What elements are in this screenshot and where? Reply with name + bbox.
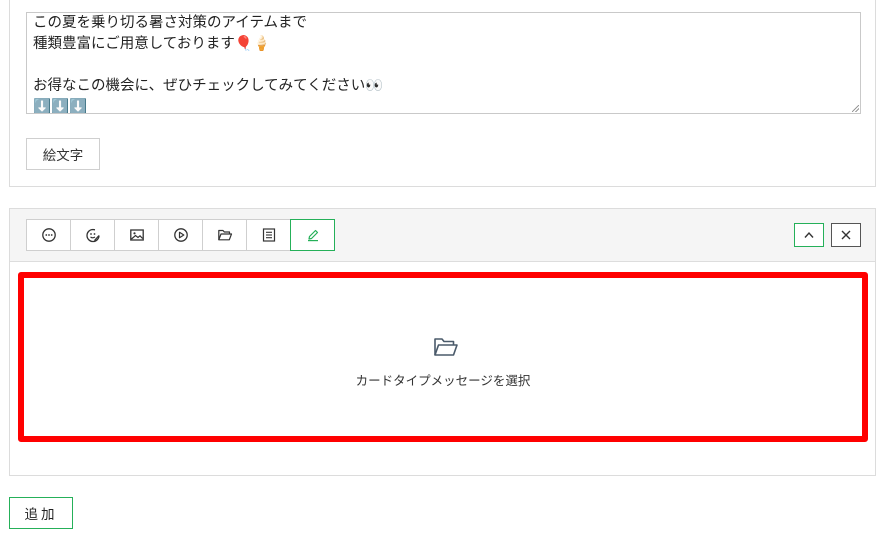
move-up-button[interactable] [794, 223, 824, 247]
folder-tab[interactable] [202, 219, 247, 251]
video-tab[interactable] [158, 219, 203, 251]
folder-open-icon [434, 338, 458, 356]
add-button[interactable]: 追加 [9, 497, 73, 529]
rich-message-tab[interactable] [246, 219, 291, 251]
video-play-icon [173, 228, 188, 242]
sticker-tab[interactable] [70, 219, 115, 251]
message-type-tabs [26, 219, 335, 251]
message-line: ⬇️⬇️⬇️ [33, 99, 88, 114]
card-message-panel: カードタイプメッセージを選択 [9, 208, 876, 476]
chat-bubble-icon [41, 228, 56, 242]
card-message-tab[interactable] [290, 219, 335, 251]
message-line: この夏を乗り切る暑さ対策のアイテムまで [33, 15, 308, 31]
list-document-icon [262, 228, 275, 242]
image-tab[interactable] [114, 219, 159, 251]
message-line: お得なこの機会に、ぜひチェックしてみてください👀 [33, 78, 384, 94]
emoji-button[interactable]: 絵文字 [26, 138, 100, 170]
pencil-icon [307, 229, 318, 242]
message-textarea[interactable]: この夏を乗り切る暑さ対策のアイテムまで 種類豊富にご用意しております🎈🍦 お得な… [26, 12, 861, 114]
resize-handle[interactable] [852, 105, 859, 112]
card-type-select-area[interactable]: カードタイプメッセージを選択 [18, 272, 868, 442]
sticker-icon [85, 228, 100, 243]
message-type-toolbar [10, 209, 875, 262]
message-editor-panel: この夏を乗り切る暑さ対策のアイテムまで 種類豊富にご用意しております🎈🍦 お得な… [9, 0, 876, 187]
text-message-tab[interactable] [26, 219, 71, 251]
card-type-select-label: カードタイプメッセージを選択 [355, 373, 531, 388]
close-icon [841, 230, 851, 240]
message-line: 種類豊富にご用意しております🎈🍦 [33, 36, 271, 52]
chevron-up-icon [804, 231, 814, 238]
remove-message-button[interactable] [831, 223, 861, 247]
message-line [33, 55, 854, 76]
folder-open-icon [217, 229, 232, 241]
image-icon [129, 229, 144, 241]
